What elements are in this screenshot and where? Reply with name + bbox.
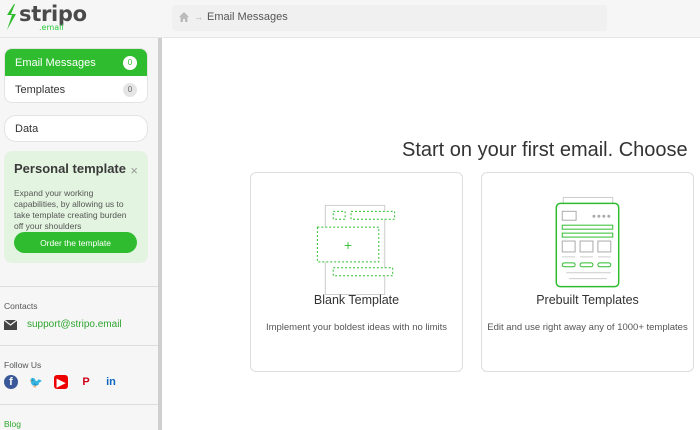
svg-text:+: + [344,239,353,252]
breadcrumb-current: Email Messages [207,11,288,23]
stripo-logo-icon [7,4,16,30]
youtube-icon[interactable]: ▶ [54,375,68,389]
sidebar-item-label: Data [15,122,39,135]
contact-email-link[interactable]: support@stripo.email [4,319,122,330]
promo-text: Expand your working capabilities, by all… [14,188,127,231]
sidebar-item-templates[interactable]: Templates 0 [5,76,147,102]
page-title: Start on your first email. Choose [402,139,688,161]
sidebar-item-label: Email Messages [15,56,96,69]
card-description: Edit and use right away any of 1000+ tem… [487,322,688,333]
sidebar-item-label: Templates [15,83,66,96]
facebook-icon[interactable]: f [4,375,18,389]
stripo-logo[interactable]: stripo .email [4,2,87,33]
card-title: Blank Template [313,293,400,307]
count-badge: 0 [123,55,137,70]
divider [0,404,158,405]
divider [0,286,158,287]
follow-us-label: Follow Us [4,360,42,370]
logo-subtext: .email [39,23,64,32]
card-title: Prebuilt Templates [536,293,639,307]
promo-title: Personal template [14,161,126,176]
twitter-icon[interactable]: 🐦 [29,375,43,389]
top-bar: stripo .email → Email Messages [0,0,700,38]
sidebar-item-data[interactable]: Data [4,115,148,142]
linkedin-icon[interactable]: in [104,375,118,389]
pinterest-icon[interactable]: P [79,375,93,389]
blank-template-illustration: + [316,204,396,295]
prebuilt-templates-illustration [555,196,620,288]
sidebar-item-email-messages[interactable]: Email Messages 0 [5,49,147,76]
blog-link[interactable]: Blog [4,419,21,429]
sidebar-scrollbar[interactable] [158,38,162,430]
blank-template-card[interactable]: + Blank Template Implement your boldest … [250,172,463,372]
mail-icon [4,319,17,330]
card-description: Implement your boldest ideas with no lim… [265,322,448,333]
order-template-button[interactable]: Order the template [14,232,137,253]
social-links: f 🐦 ▶ P in [4,375,118,389]
breadcrumb: → Email Messages [178,11,288,23]
contacts-label: Contacts [4,301,38,311]
home-icon[interactable] [178,11,190,23]
count-badge: 0 [123,82,137,97]
chevron-right-icon: → [194,12,203,22]
sidebar-nav: Email Messages 0 Templates 0 [4,48,148,103]
close-icon[interactable]: × [130,163,138,178]
divider [0,345,158,346]
contact-email: support@stripo.email [27,319,122,330]
personal-template-promo: Personal template × Expand your working … [4,151,148,263]
prebuilt-templates-card[interactable]: Prebuilt Templates Edit and use right aw… [481,172,694,372]
